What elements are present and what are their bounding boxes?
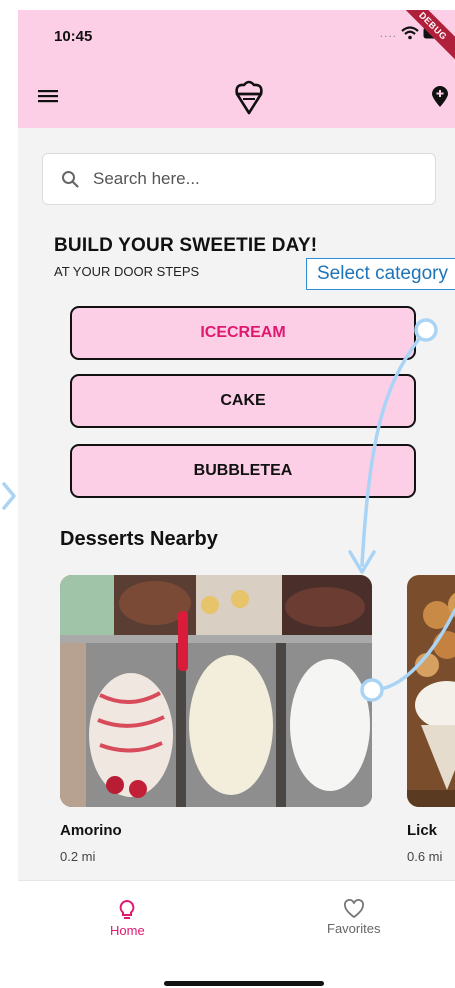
annotation-arrows bbox=[2, 318, 455, 702]
